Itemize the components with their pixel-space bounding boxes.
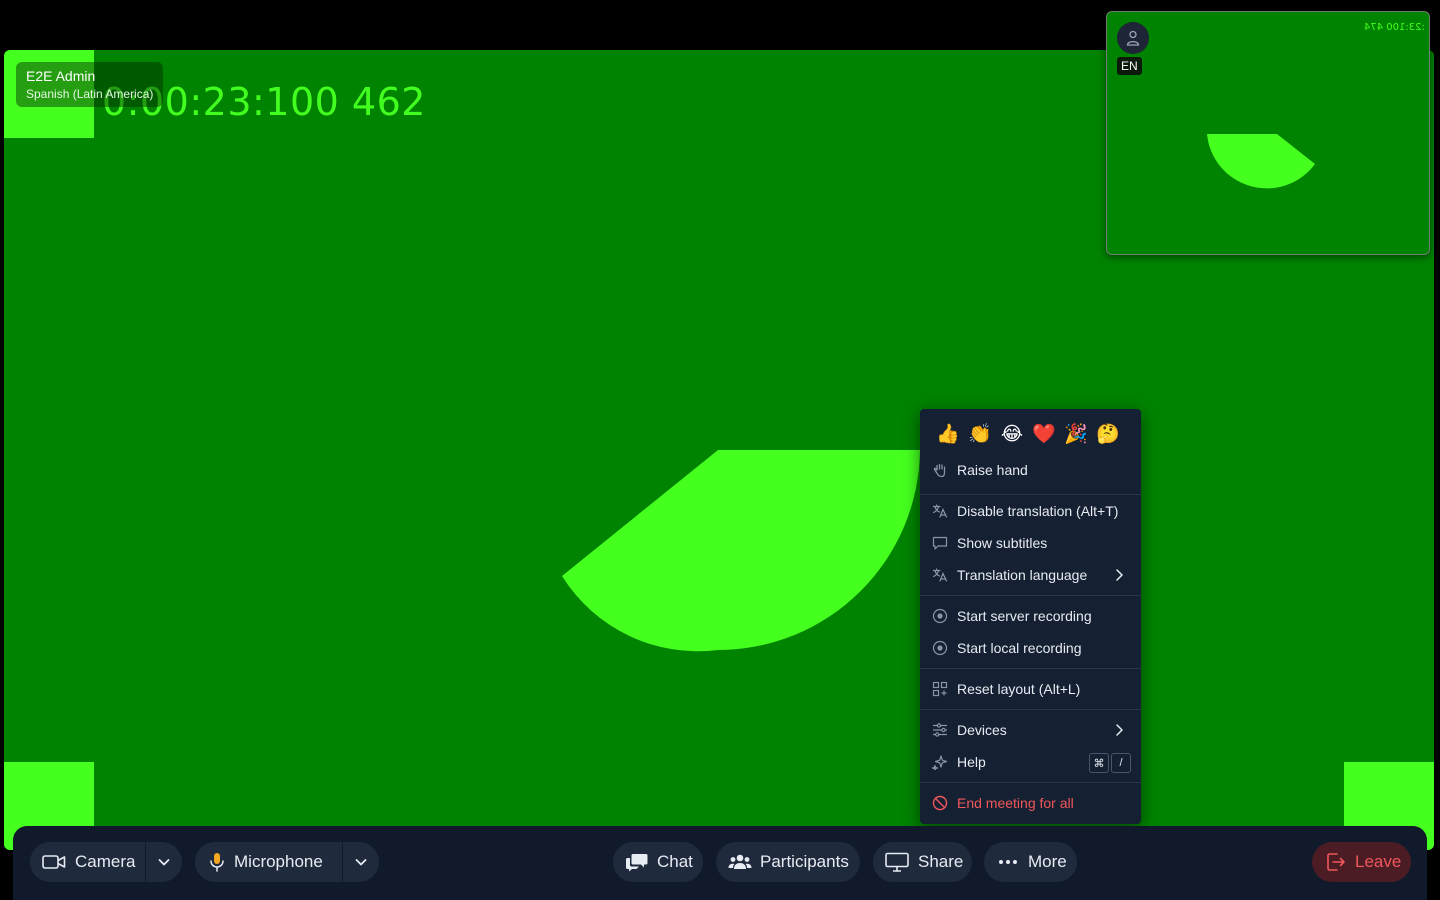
participants-label: Participants <box>760 852 849 871</box>
chevron-down-icon <box>355 859 367 866</box>
camera-control-group: Camera <box>30 842 182 882</box>
menu-divider <box>920 494 1141 495</box>
chevron-right-icon <box>1116 724 1123 736</box>
mirrored-timer-text: :23:100 474 <box>1364 22 1425 33</box>
self-view-test-shape <box>1207 134 1315 189</box>
share-button[interactable]: Share <box>873 842 972 882</box>
translate-icon <box>931 566 949 584</box>
translate-icon <box>931 502 949 520</box>
raise-hand-item[interactable]: Raise hand <box>920 455 1141 485</box>
show-subtitles-item[interactable]: Show subtitles <box>920 528 1141 558</box>
translation-language-item[interactable]: Translation language <box>920 560 1141 590</box>
shortcut-key-slash: / <box>1111 753 1131 773</box>
reaction-clap[interactable]: 👏 <box>968 422 992 446</box>
end-meeting-label: End meeting for all <box>957 795 1074 811</box>
sliders-icon <box>931 721 949 739</box>
start-server-recording-item[interactable]: Start server recording <box>920 601 1141 631</box>
chat-button[interactable]: Chat <box>613 842 703 882</box>
help-label: Help <box>957 754 986 770</box>
participant-language: Spanish (Latin America) <box>26 87 154 101</box>
menu-divider <box>920 709 1141 710</box>
shortcut-key-cmd: ⌘ <box>1089 753 1109 773</box>
menu-divider <box>920 668 1141 669</box>
devices-label: Devices <box>957 722 1007 738</box>
chat-bubbles-icon <box>625 852 649 872</box>
more-label: More <box>1028 852 1067 871</box>
leave-button[interactable]: Leave <box>1312 842 1411 882</box>
more-menu: 👍 👏 😂 ❤️ 🎉 🤔 Raise hand Disable translat… <box>920 409 1141 824</box>
menu-divider <box>920 782 1141 783</box>
speech-bubble-icon <box>931 534 949 552</box>
sparkles-icon <box>931 753 949 771</box>
show-subtitles-label: Show subtitles <box>957 535 1048 551</box>
participant-name: E2E Admin <box>26 68 96 84</box>
reaction-row: 👍 👏 😂 ❤️ 🎉 🤔 <box>920 409 1141 449</box>
camera-options-button[interactable] <box>146 842 182 882</box>
reset-layout-label: Reset layout (Alt+L) <box>957 681 1081 697</box>
record-icon <box>931 607 949 625</box>
reset-layout-item[interactable]: Reset layout (Alt+L) <box>920 674 1141 704</box>
more-button[interactable]: More <box>984 842 1077 882</box>
participants-button[interactable]: Participants <box>716 842 860 882</box>
microphone-options-button[interactable] <box>343 842 379 882</box>
share-label: Share <box>918 852 964 871</box>
monitor-icon <box>885 852 909 872</box>
reaction-laugh[interactable]: 😂 <box>1000 422 1024 446</box>
reaction-thinking[interactable]: 🤔 <box>1096 422 1120 446</box>
meeting-toolbar: Camera Microphone Chat Participants Shar… <box>13 826 1427 900</box>
leave-label: Leave <box>1355 852 1402 871</box>
exit-door-icon <box>1326 852 1346 872</box>
microphone-control-group: Microphone <box>195 842 379 882</box>
raise-hand-label: Raise hand <box>957 462 1028 478</box>
reaction-party[interactable]: 🎉 <box>1064 422 1088 446</box>
devices-item[interactable]: Devices <box>920 715 1141 745</box>
start-server-recording-label: Start server recording <box>957 608 1092 624</box>
microphone-label: Microphone <box>234 852 323 871</box>
participant-name-tag: E2E Admin Spanish (Latin America) <box>16 62 164 107</box>
translation-language-label: Translation language <box>957 567 1088 583</box>
avatar <box>1117 22 1149 54</box>
people-icon <box>728 853 752 871</box>
chevron-right-icon <box>1116 569 1123 581</box>
reaction-thumbs-up[interactable]: 👍 <box>936 422 960 446</box>
layout-grid-icon <box>931 680 949 698</box>
chat-label: Chat <box>657 852 693 871</box>
video-test-shape <box>562 450 920 652</box>
microphone-button[interactable]: Microphone <box>195 842 342 882</box>
camera-label: Camera <box>75 852 136 871</box>
record-icon <box>931 639 949 657</box>
prohibited-icon <box>931 794 949 812</box>
reaction-heart[interactable]: ❤️ <box>1032 422 1056 446</box>
chevron-down-icon <box>158 859 170 866</box>
user-icon <box>1126 30 1140 46</box>
hand-icon <box>931 461 949 479</box>
language-badge: EN <box>1117 57 1142 75</box>
help-item[interactable]: Help ⌘ / <box>920 747 1141 777</box>
disable-translation-item[interactable]: Disable translation (Alt+T) <box>920 496 1141 526</box>
microphone-icon <box>209 852 225 872</box>
start-local-recording-label: Start local recording <box>957 640 1082 656</box>
start-local-recording-item[interactable]: Start local recording <box>920 633 1141 663</box>
video-camera-icon <box>42 853 66 871</box>
camera-button[interactable]: Camera <box>30 842 145 882</box>
more-dots-icon <box>998 859 1018 865</box>
self-view-tile[interactable]: EN :23:100 474 <box>1106 11 1430 255</box>
end-meeting-item[interactable]: End meeting for all <box>920 788 1141 818</box>
menu-divider <box>920 595 1141 596</box>
disable-translation-label: Disable translation (Alt+T) <box>957 503 1119 519</box>
